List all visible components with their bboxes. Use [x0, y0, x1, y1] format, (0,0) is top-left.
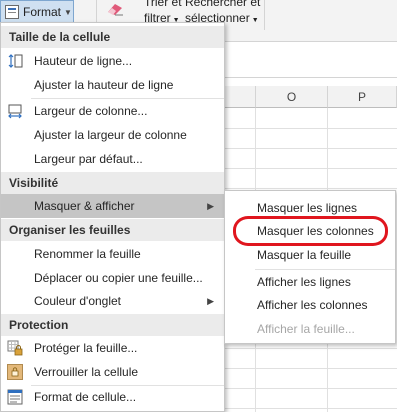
format-cells-icon — [7, 389, 23, 405]
menu-item-label: Protéger la feuille... — [34, 341, 138, 355]
submenu-item-unhide-rows[interactable]: Afficher les lignes — [225, 270, 395, 294]
menu-item-column-width[interactable]: Largeur de colonne... — [1, 99, 224, 123]
menu-item-label: Renommer la feuille — [34, 247, 141, 261]
submenu-arrow-icon: ▶ — [207, 201, 214, 211]
menu-item-format-cells[interactable]: Format de cellule... — [1, 385, 224, 409]
column-width-icon — [8, 104, 22, 119]
menu-item-autofit-row-height[interactable]: Ajuster la hauteur de ligne — [1, 73, 224, 97]
menu-item-label: Couleur d'onglet — [34, 294, 122, 308]
protect-sheet-icon — [7, 340, 23, 356]
menu-item-move-copy-sheet[interactable]: Déplacer ou copier une feuille... — [1, 266, 224, 290]
format-button-label: Format — [23, 5, 62, 19]
format-button[interactable]: Format ▼ — [0, 0, 74, 24]
menu-item-label: Ajuster la largeur de colonne — [34, 128, 187, 142]
menu-item-hide-unhide[interactable]: Masquer & afficher ▶ — [1, 194, 224, 218]
row-height-icon — [8, 54, 23, 68]
submenu-item-label: Masquer les lignes — [257, 201, 358, 215]
submenu-item-label: Afficher la feuille... — [257, 322, 355, 336]
menu-item-label: Largeur de colonne... — [34, 104, 148, 118]
menu-item-label: Ajuster la hauteur de ligne — [34, 78, 174, 92]
eraser-icon[interactable] — [106, 2, 124, 16]
ribbon-divider — [264, 0, 265, 30]
submenu-item-unhide-sheet: Afficher la feuille... — [225, 317, 395, 341]
sort-filter-label-1: Trier et — [144, 0, 182, 9]
menu-item-default-width[interactable]: Largeur par défaut... — [1, 147, 224, 171]
menu-item-label: Masquer & afficher — [34, 199, 135, 213]
menu-item-rename-sheet[interactable]: Renommer la feuille — [1, 242, 224, 266]
menu-item-label: Verrouiller la cellule — [34, 365, 139, 379]
format-dropdown-menu: Taille de la cellule Hauteur de ligne...… — [0, 22, 225, 412]
menu-item-lock-cell[interactable]: Verrouiller la cellule — [1, 360, 224, 384]
submenu-arrow-icon: ▶ — [207, 296, 214, 306]
menu-item-row-height[interactable]: Hauteur de ligne... — [1, 49, 224, 73]
submenu-item-hide-columns[interactable]: Masquer les colonnes — [225, 219, 395, 243]
menu-item-label: Largeur par défaut... — [34, 152, 143, 166]
column-header-partial[interactable] — [224, 86, 256, 108]
submenu-item-label: Masquer les colonnes — [257, 224, 374, 238]
format-icon — [5, 5, 19, 19]
find-select-label-1: Rechercher et — [185, 0, 261, 9]
menu-item-label: Déplacer ou copier une feuille... — [34, 271, 203, 285]
menu-item-label: Format de cellule... — [34, 390, 137, 404]
lock-cell-icon — [7, 364, 23, 380]
submenu-item-hide-sheet[interactable]: Masquer la feuille — [225, 243, 395, 267]
section-header-visibility: Visibilité — [1, 172, 224, 194]
submenu-item-label: Masquer la feuille — [257, 248, 352, 262]
hide-unhide-submenu: Masquer les lignes Masquer les colonnes … — [224, 190, 396, 344]
section-header-protection: Protection — [1, 314, 224, 336]
menu-item-tab-color[interactable]: Couleur d'onglet ▶ — [1, 289, 224, 313]
chevron-down-icon: ▼ — [64, 7, 72, 17]
submenu-item-label: Afficher les colonnes — [257, 298, 368, 312]
column-header-o[interactable]: O — [256, 86, 328, 108]
submenu-item-unhide-columns[interactable]: Afficher les colonnes — [225, 293, 395, 317]
submenu-item-label: Afficher les lignes — [257, 275, 351, 289]
column-header-p[interactable]: P — [328, 86, 397, 108]
menu-item-protect-sheet[interactable]: Protéger la feuille... — [1, 336, 224, 360]
menu-item-autofit-column-width[interactable]: Ajuster la largeur de colonne — [1, 123, 224, 147]
chevron-down-icon: ▼ — [251, 17, 259, 24]
menu-item-label: Hauteur de ligne... — [34, 54, 133, 68]
submenu-item-hide-rows[interactable]: Masquer les lignes — [225, 196, 395, 220]
section-header-organize-sheets: Organiser les feuilles — [1, 219, 224, 241]
section-header-cell-size: Taille de la cellule — [1, 26, 224, 48]
